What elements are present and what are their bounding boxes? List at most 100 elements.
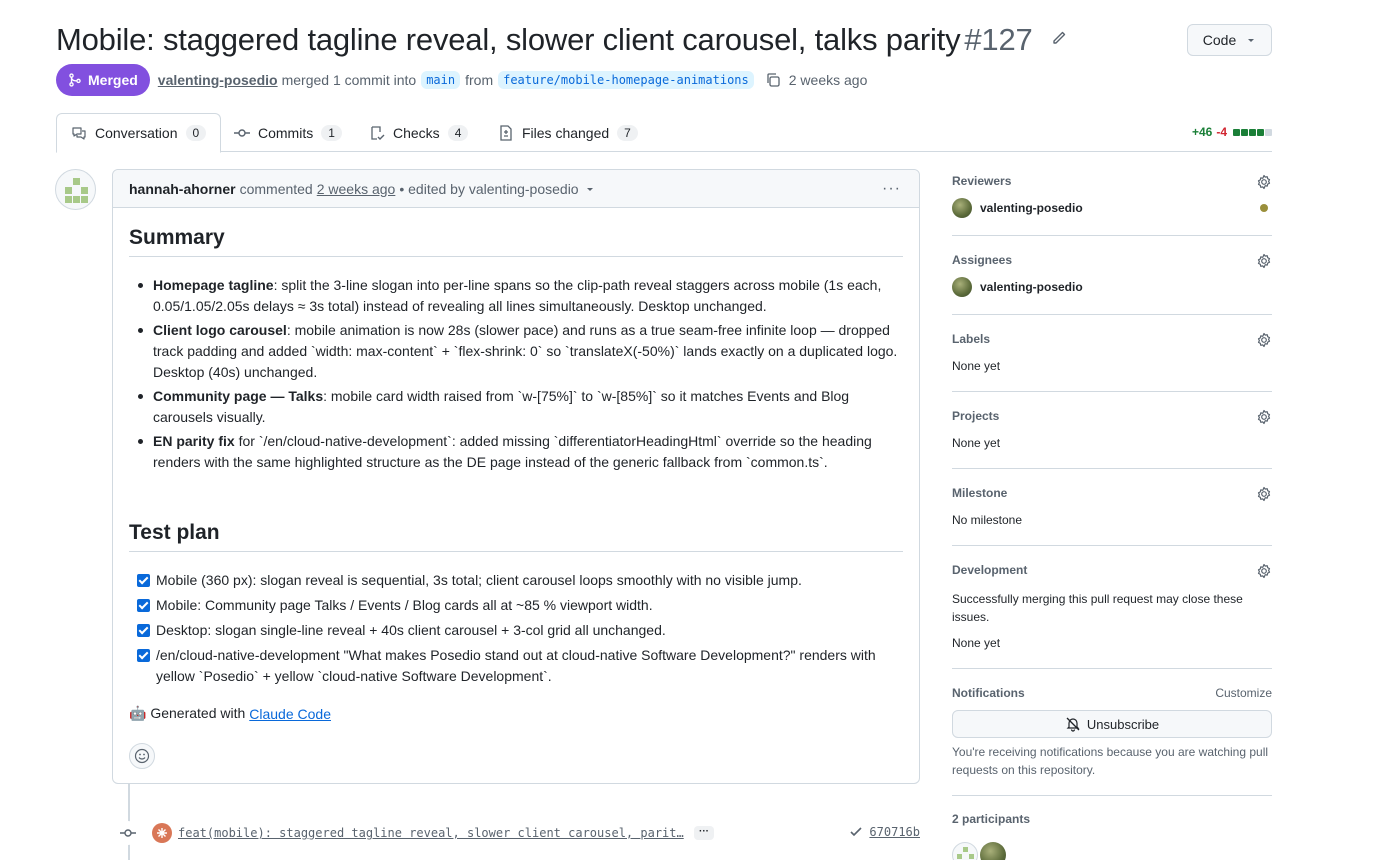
tab-checks[interactable]: Checks 4 — [355, 113, 482, 152]
milestone-value: No milestone — [952, 513, 1023, 527]
pr-tabs: Conversation 0 Commits 1 Checks 4 Files … — [56, 113, 1272, 153]
task-item: Mobile: Community page Talks / Events / … — [129, 595, 903, 616]
tab-conversation[interactable]: Conversation 0 — [56, 113, 222, 153]
add-reaction-button[interactable] — [129, 743, 155, 769]
pr-number: #127 — [964, 22, 1033, 57]
sidebar-title: Projects — [952, 409, 1000, 423]
git-commit-icon — [234, 128, 250, 137]
merge-action-text: merged 1 commit into — [281, 72, 417, 88]
task-checkbox[interactable] — [137, 624, 150, 637]
divider — [952, 795, 1272, 796]
development-value: None yet — [952, 636, 1001, 650]
sidebar-title: Assignees — [952, 253, 1013, 267]
gear-icon[interactable] — [1256, 486, 1272, 505]
smiley-icon — [134, 748, 150, 764]
review-status-dot — [1260, 204, 1268, 212]
avatar[interactable] — [980, 842, 1006, 860]
bell-slash-icon — [1066, 717, 1080, 732]
gear-icon[interactable] — [1256, 332, 1272, 351]
test-plan-heading: Test plan — [129, 521, 903, 552]
commit-message-link[interactable]: feat(mobile): staggered tagline reveal, … — [178, 826, 684, 840]
task-list: Mobile (360 px): slogan reveal is sequen… — [129, 570, 903, 691]
merge-icon — [69, 73, 81, 87]
gear-icon[interactable] — [1256, 253, 1272, 272]
task-item: Mobile (360 px): slogan reveal is sequen… — [129, 570, 903, 591]
tab-commits[interactable]: Commits 1 — [220, 113, 356, 152]
tab-files-changed[interactable]: Files changed 7 — [484, 113, 652, 152]
comment-action: commented — [239, 180, 313, 197]
pr-description-comment: hannah-ahorner commented 2 weeks ago • e… — [112, 169, 920, 784]
kebab-menu-icon[interactable]: ··· — [882, 180, 901, 198]
status-badge: Merged — [56, 64, 150, 96]
page-title: Mobile: staggered tagline reveal, slower… — [56, 18, 1067, 58]
participants-list — [952, 842, 1006, 860]
commit-sha-text: 670716b — [869, 825, 920, 839]
summary-heading: Summary — [129, 226, 903, 257]
commit-author-avatar[interactable] — [152, 823, 172, 843]
avatar — [952, 277, 972, 297]
list-item: EN parity fix for `/en/cloud-native-deve… — [129, 431, 903, 473]
avatar[interactable] — [55, 169, 96, 210]
list-item: Community page — Talks: mobile card widt… — [129, 386, 903, 428]
check-icon — [850, 827, 862, 837]
projects-value: None yet — [952, 436, 1001, 450]
gear-icon[interactable] — [1256, 563, 1272, 582]
copy-icon[interactable] — [765, 72, 781, 88]
development-note: Successfully merging this pull request m… — [952, 592, 1243, 624]
code-button-label: Code — [1202, 32, 1237, 48]
pr-meta: Merged valenting-posedio merged 1 commit… — [56, 64, 867, 96]
sidebar-title: Development — [952, 563, 1028, 577]
gear-icon[interactable] — [1256, 174, 1272, 193]
avatar[interactable] — [952, 842, 978, 860]
tab-counter: 1 — [321, 124, 342, 141]
from-text: from — [465, 72, 494, 88]
assignee[interactable]: valenting-posedio — [952, 277, 1083, 297]
code-button[interactable]: Code — [1187, 24, 1272, 56]
claude-code-link[interactable]: Claude Code — [249, 706, 331, 722]
unsubscribe-button[interactable]: Unsubscribe — [952, 710, 1272, 738]
base-branch[interactable]: main — [421, 71, 461, 89]
sidebar-projects: Projects None yet — [952, 405, 1272, 469]
merger-link[interactable]: valenting-posedio — [158, 72, 278, 88]
summary-list: Homepage tagline: split the 3-line sloga… — [129, 275, 903, 476]
sidebar-milestone: Milestone No milestone — [952, 482, 1272, 546]
tab-label: Files changed — [522, 124, 610, 141]
task-item: /en/cloud-native-development "What makes… — [129, 645, 903, 687]
customize-link[interactable]: Customize — [1215, 686, 1272, 700]
pencil-icon[interactable] — [1051, 18, 1067, 54]
commit-sha[interactable]: 670716b — [849, 825, 920, 839]
task-checkbox[interactable] — [137, 574, 150, 587]
reviewer[interactable]: valenting-posedio — [952, 198, 1083, 218]
avatar — [952, 198, 972, 218]
edit-history-caret-icon[interactable] — [585, 181, 595, 197]
comment-edited: • edited by valenting-posedio — [399, 180, 579, 197]
sidebar-labels: Labels None yet — [952, 328, 1272, 392]
task-checkbox[interactable] — [137, 599, 150, 612]
notifications-note: You're receiving notifications because y… — [952, 745, 1269, 777]
tab-label: Commits — [258, 124, 314, 141]
diffstat: +46 -4 — [1192, 125, 1272, 139]
gear-icon[interactable] — [1256, 409, 1272, 428]
tab-counter: 4 — [447, 124, 469, 141]
comment-time[interactable]: 2 weeks ago — [317, 181, 396, 197]
tab-label: Checks — [393, 124, 440, 141]
commit-expand-button[interactable]: ··· — [694, 826, 714, 840]
diff-removed: -4 — [1216, 125, 1227, 139]
sidebar-reviewers: Reviewers valenting-posedio — [952, 170, 1272, 236]
generated-note: 🤖 Generated with Claude Code — [129, 705, 331, 722]
git-commit-icon — [116, 821, 140, 845]
comment-header: hannah-ahorner commented 2 weeks ago • e… — [113, 170, 919, 208]
checklist-icon — [371, 125, 385, 140]
tab-label: Conversation — [95, 125, 178, 141]
comment-author[interactable]: hannah-ahorner — [129, 181, 236, 197]
sidebar-assignees: Assignees valenting-posedio — [952, 249, 1272, 315]
pr-title-text: Mobile: staggered tagline reveal, slower… — [56, 22, 961, 57]
task-item: Desktop: slogan single-line reveal + 40s… — [129, 620, 903, 641]
labels-value: None yet — [952, 359, 1001, 373]
task-checkbox[interactable] — [137, 649, 150, 662]
head-branch[interactable]: feature/mobile-homepage-animations — [498, 71, 754, 89]
diff-added: +46 — [1191, 125, 1213, 139]
tab-counter: 7 — [617, 124, 638, 141]
status-label: Merged — [88, 72, 138, 88]
merge-time: 2 weeks ago — [788, 72, 868, 88]
